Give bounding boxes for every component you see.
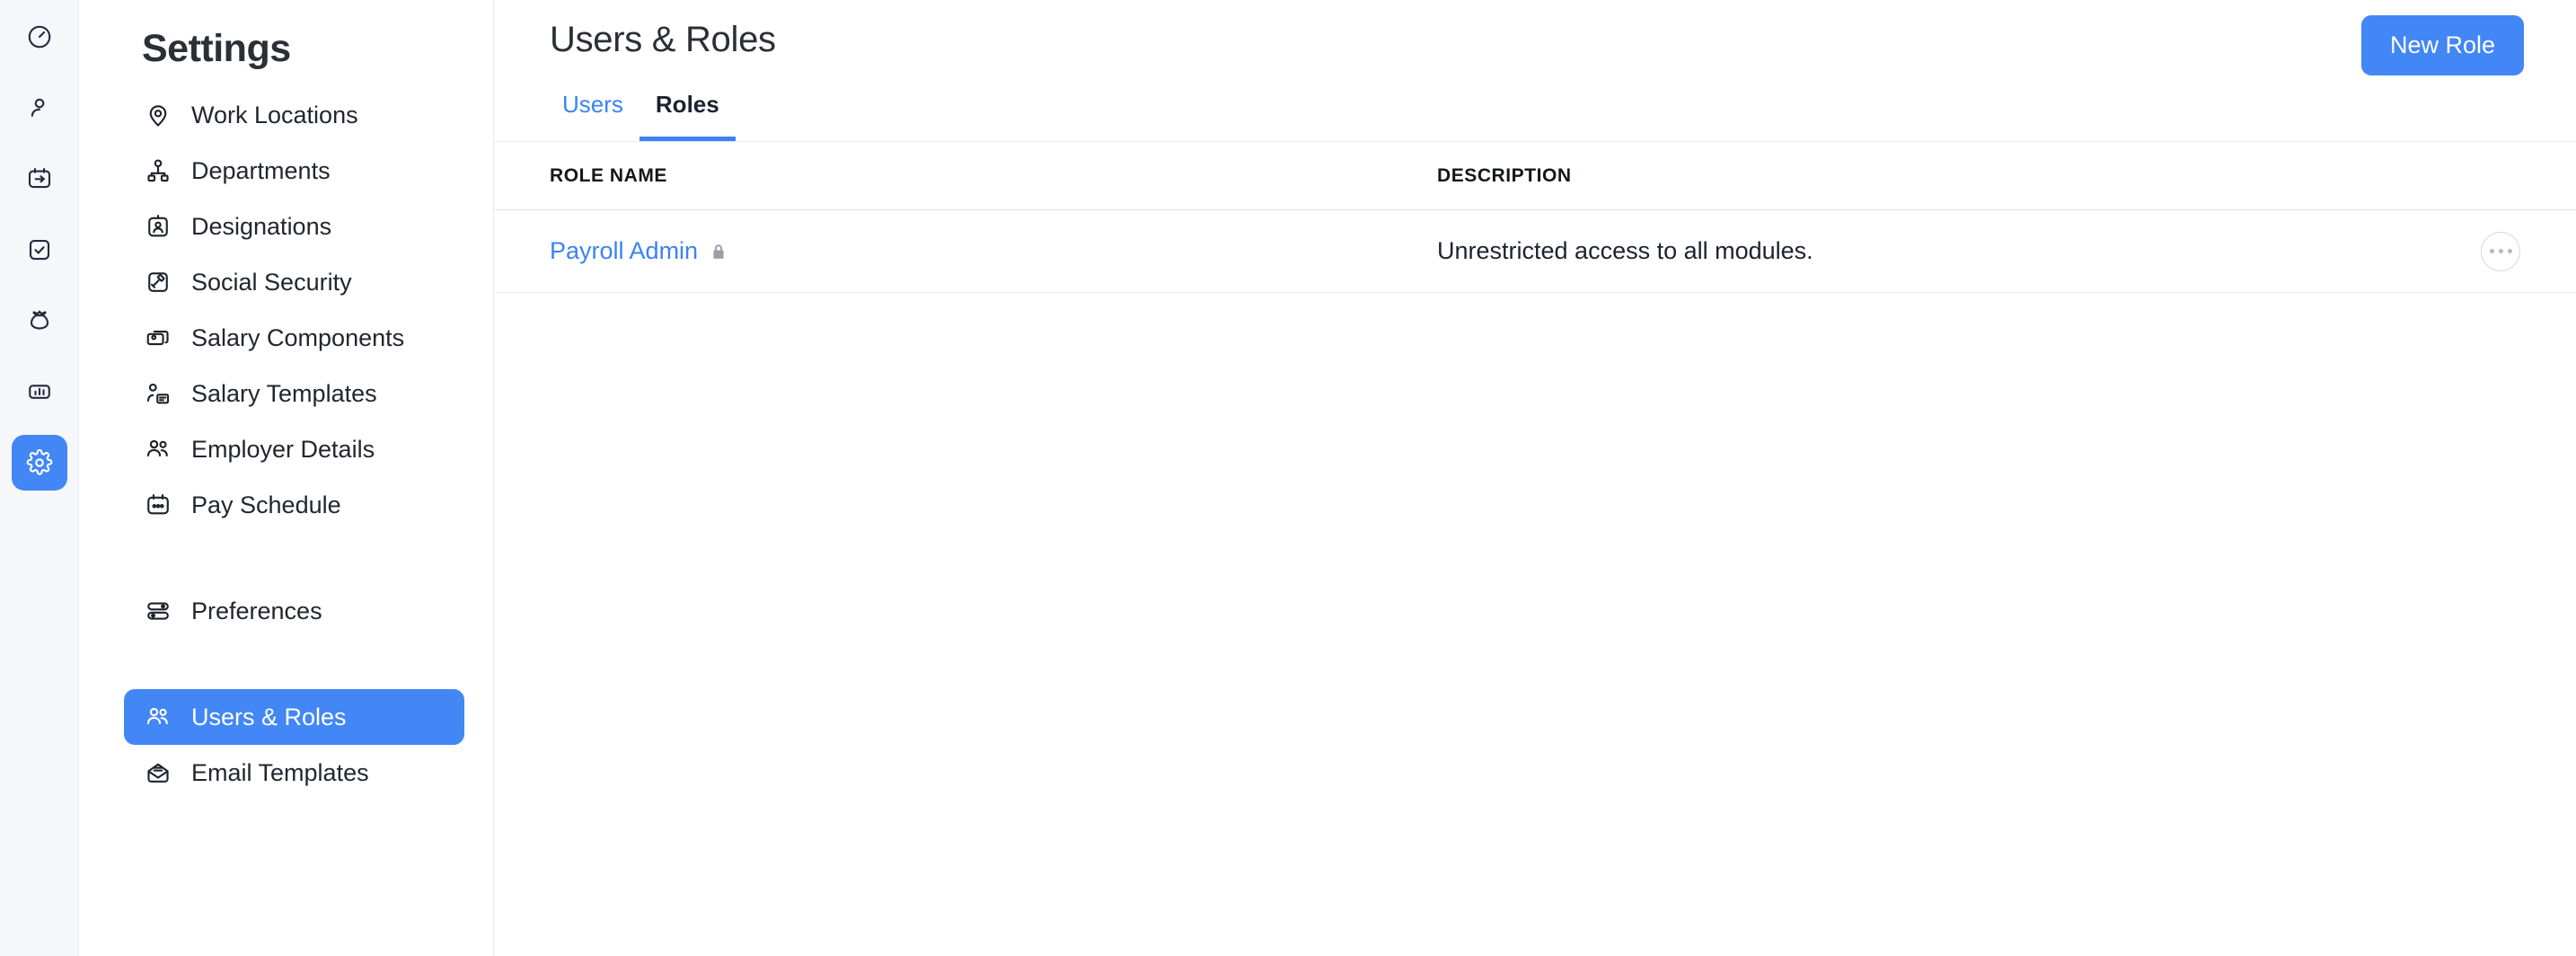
gavel-icon	[144, 268, 172, 297]
app-root: Settings Work Locations	[0, 0, 2576, 956]
table-header-row: ROLE NAME DESCRIPTION	[494, 142, 2576, 210]
users-icon	[144, 703, 172, 731]
sidebar-item-label: Designations	[191, 213, 331, 241]
sidebar-item-label: Social Security	[191, 269, 352, 297]
cell-description: Unrestricted access to all modules.	[1437, 237, 2413, 265]
tab-users[interactable]: Users	[546, 91, 640, 141]
tab-bar: Users Roles	[550, 91, 2520, 141]
settings-sidebar: Settings Work Locations	[79, 0, 494, 956]
sidebar-item-salary-components[interactable]: Salary Components	[124, 310, 464, 366]
tab-roles[interactable]: Roles	[640, 91, 736, 141]
cell-actions	[2413, 232, 2520, 271]
money-bag-icon[interactable]	[12, 293, 67, 349]
column-header-description: DESCRIPTION	[1437, 165, 2413, 187]
nav-spacer	[124, 533, 464, 583]
role-name-link[interactable]: Payroll Admin	[550, 237, 728, 265]
sidebar-item-label: Work Locations	[191, 102, 358, 129]
sidebar-item-salary-templates[interactable]: Salary Templates	[124, 366, 464, 421]
sidebar-item-label: Users & Roles	[191, 704, 347, 731]
page-title: Settings	[108, 0, 464, 87]
cell-role-name: Payroll Admin	[550, 237, 1437, 265]
dot	[2499, 249, 2503, 253]
dot	[2508, 249, 2512, 253]
sidebar-item-label: Employer Details	[191, 436, 375, 464]
sidebar-item-email-templates[interactable]: Email Templates	[124, 745, 464, 801]
new-role-button[interactable]: New Role	[2361, 15, 2524, 75]
org-chart-icon	[144, 156, 172, 185]
row-more-options-button[interactable]	[2481, 232, 2520, 271]
sidebar-item-employer-details[interactable]: Employer Details	[124, 421, 464, 477]
lock-icon	[709, 241, 728, 262]
sidebar-item-departments[interactable]: Departments	[124, 143, 464, 199]
sidebar-item-label: Salary Components	[191, 324, 404, 352]
content-page-title: Users & Roles	[550, 0, 2520, 60]
calendar-arrow-icon[interactable]	[12, 151, 67, 207]
sidebar-item-preferences[interactable]: Preferences	[124, 583, 464, 639]
person-card-icon	[144, 379, 172, 408]
sidebar-item-label: Departments	[191, 157, 331, 185]
gear-icon[interactable]	[12, 435, 67, 491]
id-badge-icon	[144, 212, 172, 241]
column-header-role-name: ROLE NAME	[550, 165, 1437, 187]
map-pin-icon	[144, 101, 172, 129]
calendar-dots-icon	[144, 491, 172, 519]
main-content: Users & Roles New Role Users Roles ROLE …	[494, 0, 2576, 956]
check-square-icon[interactable]	[12, 222, 67, 278]
dashboard-icon[interactable]	[12, 9, 67, 65]
role-name-text: Payroll Admin	[550, 237, 698, 265]
sidebar-item-label: Preferences	[191, 598, 322, 625]
sidebar-item-label: Salary Templates	[191, 380, 377, 408]
table-row[interactable]: Payroll Admin Unrestricted access to all…	[494, 210, 2576, 293]
sidebar-item-users-roles[interactable]: Users & Roles	[124, 689, 464, 745]
users-icon	[144, 435, 172, 464]
dot	[2490, 249, 2494, 253]
sidebar-item-label: Email Templates	[191, 759, 369, 787]
nav-spacer	[124, 639, 464, 689]
content-header: Users & Roles New Role Users Roles	[494, 0, 2576, 142]
primary-icon-rail	[0, 0, 79, 956]
settings-nav-list: Work Locations Departments	[108, 87, 464, 801]
mail-open-icon	[144, 758, 172, 787]
cards-icon	[144, 323, 172, 352]
roles-table: ROLE NAME DESCRIPTION Payroll Admin Unre…	[494, 142, 2576, 293]
employees-icon[interactable]	[12, 80, 67, 136]
sidebar-item-pay-schedule[interactable]: Pay Schedule	[124, 477, 464, 533]
sidebar-item-social-security[interactable]: Social Security	[124, 254, 464, 310]
sliders-icon	[144, 597, 172, 625]
sidebar-item-work-locations[interactable]: Work Locations	[124, 87, 464, 143]
sidebar-item-designations[interactable]: Designations	[124, 199, 464, 254]
sidebar-item-label: Pay Schedule	[191, 491, 341, 519]
bar-chart-icon[interactable]	[12, 364, 67, 420]
